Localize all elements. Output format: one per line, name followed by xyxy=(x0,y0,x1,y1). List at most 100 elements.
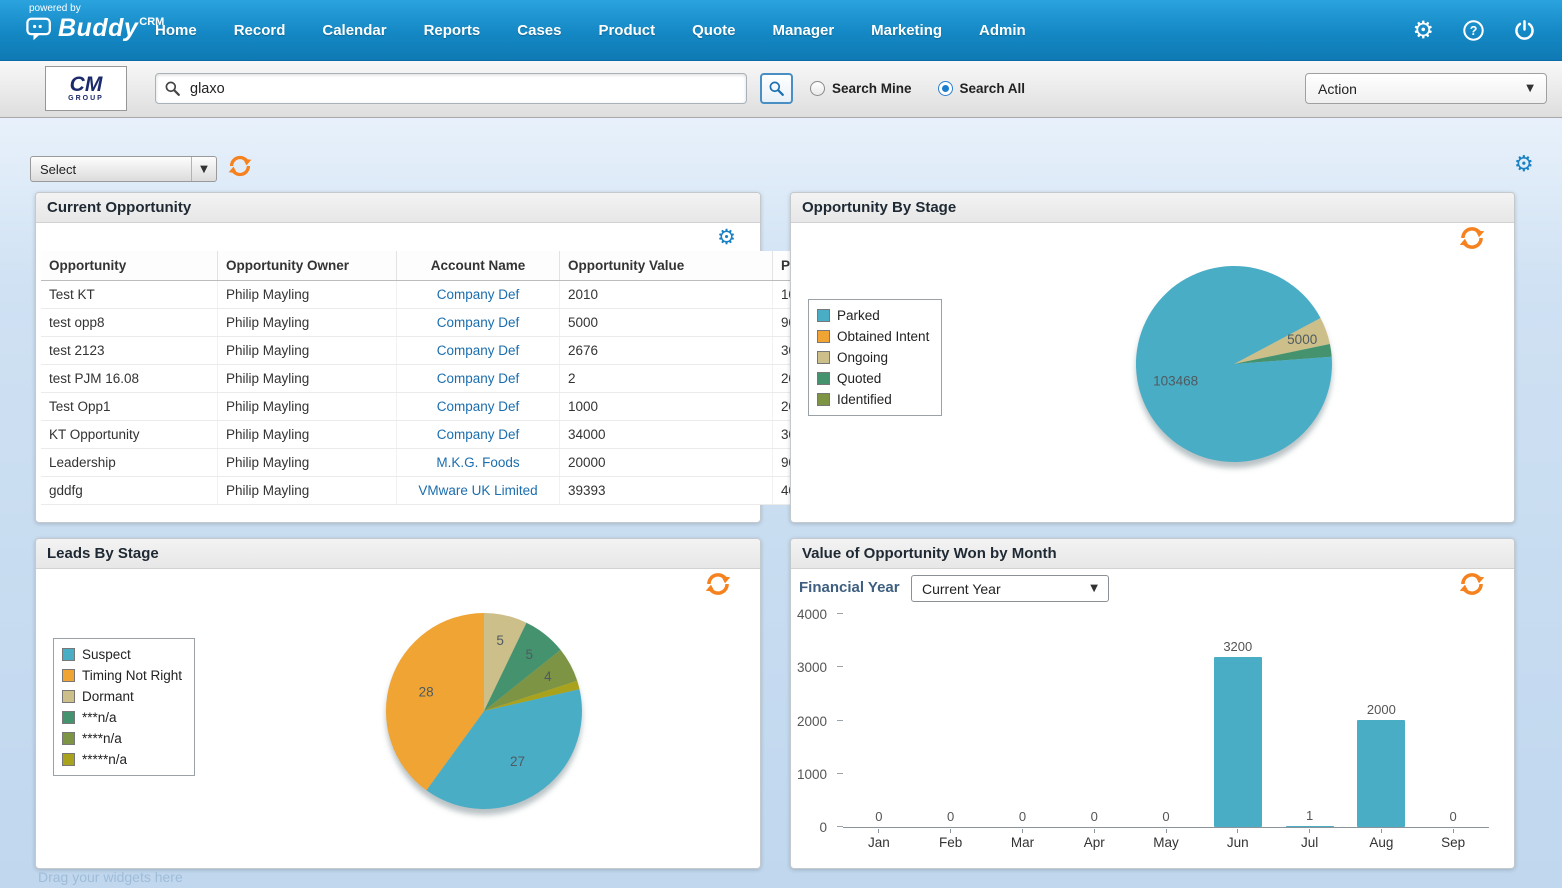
legend-label: ***n/a xyxy=(82,710,117,725)
table-row: Test KT Philip Mayling Company Def 2010 10 xyxy=(41,280,828,309)
nav-item-marketing[interactable]: Marketing xyxy=(871,22,942,39)
legend-swatch xyxy=(817,330,830,343)
brand-logo[interactable]: powered by Buddy CRM xyxy=(26,3,164,47)
pie-data-label: 4 xyxy=(544,669,552,684)
bar-value-label: 1 xyxy=(1305,808,1314,823)
nav-item-home[interactable]: Home xyxy=(155,22,197,39)
widget-refresh-button[interactable] xyxy=(1458,224,1486,252)
legend-item-quoted: Quoted xyxy=(817,371,929,386)
table-row: Test Opp1 Philip Mayling Company Def 1000 20 xyxy=(41,392,828,421)
settings-gear-icon[interactable]: ⚙ xyxy=(1412,18,1434,42)
legend-label: Timing Not Right xyxy=(82,668,183,683)
y-tick-label: 0 xyxy=(819,820,827,835)
nav-item-reports[interactable]: Reports xyxy=(424,22,481,39)
legend-swatch xyxy=(62,732,75,745)
legend-item-dormant: Dormant xyxy=(62,689,182,704)
pie-data-label: 5 xyxy=(496,633,504,648)
account-link[interactable]: Company Def xyxy=(437,371,520,386)
power-logout-icon[interactable] xyxy=(1513,19,1536,42)
table-row: test 2123 Philip Mayling Company Def 2676 30 xyxy=(41,336,828,365)
pie-data-label: 27 xyxy=(510,754,525,769)
table-row: KT Opportunity Philip Mayling Company Def 3… xyxy=(41,420,828,449)
legend-swatch xyxy=(62,690,75,703)
chevron-down-icon: ▼ xyxy=(1090,583,1098,594)
widget-select-dropdown[interactable]: Select ▼ xyxy=(30,156,217,182)
bar-value-label: 2000 xyxy=(1366,702,1396,717)
topnav-icons: ⚙ ? xyxy=(1412,0,1536,60)
nav-item-record[interactable]: Record xyxy=(234,22,286,39)
search-input[interactable] xyxy=(188,79,738,98)
search-submit-button[interactable] xyxy=(760,73,793,104)
svg-text:?: ? xyxy=(1470,23,1478,37)
nav-item-quote[interactable]: Quote xyxy=(692,22,735,39)
account-link[interactable]: Company Def xyxy=(437,315,520,330)
bar-column-aug: 2000 xyxy=(1345,614,1417,827)
cell-value: 2 xyxy=(559,364,773,393)
company-logo: CM GROUP xyxy=(45,66,127,111)
y-axis: 0 1000 2000 3000 4000 xyxy=(791,607,843,835)
legend-item-n-a: ***n/a xyxy=(62,710,182,725)
cell-opportunity: test PJM 16.08 xyxy=(41,364,218,393)
nav-item-admin[interactable]: Admin xyxy=(979,22,1026,39)
legend-label: Suspect xyxy=(82,647,131,662)
account-link[interactable]: VMware UK Limited xyxy=(418,483,537,498)
cell-owner: Philip Mayling xyxy=(217,364,397,393)
radio-search-mine[interactable]: Search Mine xyxy=(810,81,912,96)
cell-value: 2010 xyxy=(559,280,773,309)
dashboard-settings-icon[interactable]: ⚙ xyxy=(1514,154,1534,176)
search-icon xyxy=(164,80,181,97)
pie-slice-parked[interactable] xyxy=(1135,266,1332,463)
widget-title-opportunity-by-stage: Opportunity By Stage xyxy=(791,193,1514,223)
pie-data-label: 5 xyxy=(525,647,533,662)
bar-value-label: 0 xyxy=(1162,809,1170,824)
radio-search-all[interactable]: Search All xyxy=(937,81,1025,96)
search-toolbar: CM GROUP Search Mine Search All A xyxy=(0,61,1562,118)
y-tick-label: 3000 xyxy=(796,660,827,676)
pie-data-label: 5000 xyxy=(1287,332,1317,347)
widget-select-arrow: ▼ xyxy=(191,157,216,181)
nav-item-calendar[interactable]: Calendar xyxy=(322,22,386,39)
cell-opportunity: KT Opportunity xyxy=(41,420,218,449)
bar-jul[interactable] xyxy=(1285,826,1334,827)
bar-chart: 0 0 0 0 0 3200 1 2000 0 xyxy=(843,614,1489,828)
widget-leads-by-stage: Leads By Stage Suspect Timing Not Right Do… xyxy=(35,538,761,869)
cell-owner: Philip Mayling xyxy=(217,336,397,365)
chat-bubble-icon xyxy=(26,17,54,47)
company-logo-text: CM xyxy=(69,73,103,96)
widget-refresh-button[interactable] xyxy=(1458,570,1486,598)
dashboard-refresh-button[interactable] xyxy=(227,153,253,179)
nav-item-product[interactable]: Product xyxy=(598,22,655,39)
legend-item-parked: Parked xyxy=(817,308,929,323)
cell-opportunity: Leadership xyxy=(41,448,218,477)
bar-column-feb: 0 xyxy=(915,614,987,827)
table-row: test PJM 16.08 Philip Mayling Company Def 2… xyxy=(41,364,828,393)
cell-account: Company Def xyxy=(396,392,560,421)
account-link[interactable]: Company Def xyxy=(437,343,520,358)
account-link[interactable]: Company Def xyxy=(437,399,520,414)
account-link[interactable]: Company Def xyxy=(437,427,520,442)
legend-label: Dormant xyxy=(82,689,134,704)
cell-opportunity: gddfg xyxy=(41,476,218,505)
action-dropdown[interactable]: Action ▼ xyxy=(1305,73,1547,104)
nav-item-manager[interactable]: Manager xyxy=(772,22,834,39)
widget-title-current-opportunity: Current Opportunity xyxy=(36,193,760,223)
table-row: test opp8 Philip Mayling Company Def 5000 90 xyxy=(41,308,828,337)
help-icon[interactable]: ? xyxy=(1462,19,1485,42)
radio-selected-icon xyxy=(937,81,953,96)
widget-title-leads-by-stage: Leads By Stage xyxy=(36,539,760,569)
widget-settings-icon[interactable]: ⚙ xyxy=(717,227,736,248)
bar-jun[interactable] xyxy=(1213,657,1262,827)
account-link[interactable]: Company Def xyxy=(437,287,520,302)
nav-item-cases[interactable]: Cases xyxy=(517,22,561,39)
leads-stage-legend: Suspect Timing Not Right Dormant ***n/a ****… xyxy=(53,638,196,776)
table-row: Leadership Philip Mayling M.K.G. Foods 2000… xyxy=(41,448,828,477)
cell-owner: Philip Mayling xyxy=(217,476,397,505)
search-input-wrap xyxy=(155,73,747,104)
chevron-down-icon: ▼ xyxy=(1526,83,1534,94)
account-link[interactable]: M.K.G. Foods xyxy=(436,455,519,470)
widget-refresh-button[interactable] xyxy=(704,570,732,598)
financial-year-dropdown[interactable]: Current Year ▼ xyxy=(911,575,1109,602)
bar-value-label: 3200 xyxy=(1223,639,1253,654)
bar-aug[interactable] xyxy=(1357,720,1406,827)
bar-columns: 0 0 0 0 0 3200 1 2000 0 xyxy=(843,614,1489,827)
